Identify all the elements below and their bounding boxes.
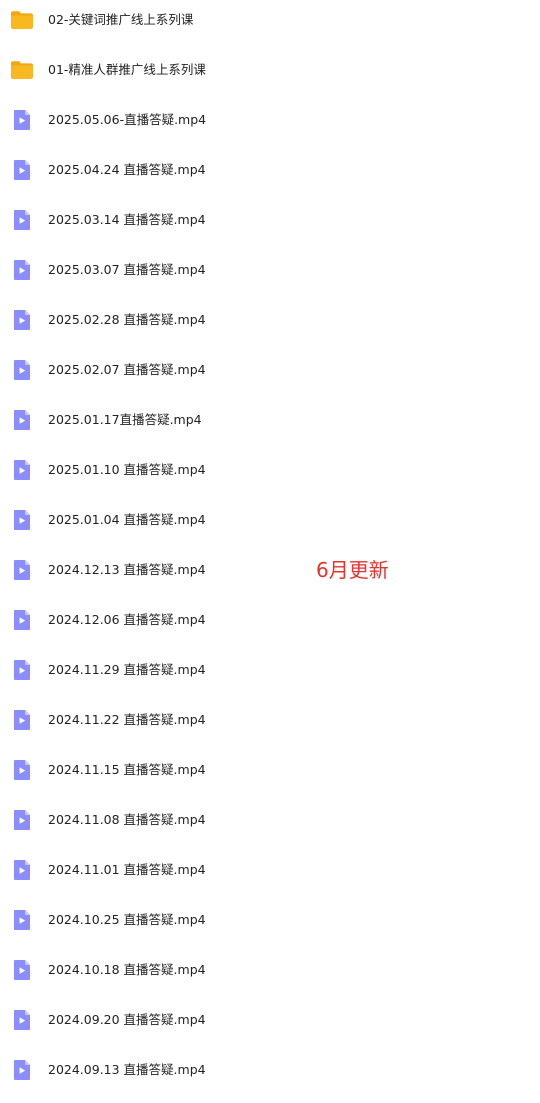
file-name: 2025.03.07 直播答疑.mp4 (48, 262, 206, 277)
file-item[interactable]: 2024.11.01 直播答疑.mp4 (0, 845, 300, 895)
folder-icon (10, 8, 34, 32)
file-item[interactable]: 2024.12.06 直播答疑.mp4 (0, 595, 300, 645)
file-item[interactable]: 2024.11.15 直播答疑.mp4 (0, 745, 300, 795)
video-file-icon (10, 808, 34, 832)
file-name: 01-精准人群推广线上系列课 (48, 62, 206, 77)
file-name: 2025.01.04 直播答疑.mp4 (48, 512, 206, 527)
file-name: 2025.04.24 直播答疑.mp4 (48, 162, 206, 177)
file-name: 2024.11.01 直播答疑.mp4 (48, 862, 206, 877)
file-name: 2025.02.28 直播答疑.mp4 (48, 312, 206, 327)
file-item[interactable]: 2024.11.29 直播答疑.mp4 (0, 645, 300, 695)
file-item[interactable]: 2025.01.04 直播答疑.mp4 (0, 495, 300, 545)
folder-item[interactable]: 01-精准人群推广线上系列课 (0, 45, 300, 95)
video-file-icon (10, 308, 34, 332)
video-file-icon (10, 208, 34, 232)
folder-item[interactable]: 02-关键词推广线上系列课 (0, 0, 300, 45)
video-file-icon (10, 508, 34, 532)
file-item[interactable]: 2025.05.06-直播答疑.mp4 (0, 95, 300, 145)
file-item[interactable]: 2025.01.10 直播答疑.mp4 (0, 445, 300, 495)
file-item[interactable]: 2025.01.17直播答疑.mp4 (0, 395, 300, 445)
file-name: 2024.12.06 直播答疑.mp4 (48, 612, 206, 627)
video-file-icon (10, 908, 34, 932)
file-name: 2024.09.20 直播答疑.mp4 (48, 1012, 206, 1027)
video-file-icon (10, 108, 34, 132)
file-name: 2024.10.18 直播答疑.mp4 (48, 962, 206, 977)
file-item[interactable]: 2024.12.13 直播答疑.mp4 (0, 545, 300, 595)
folder-icon (10, 58, 34, 82)
file-name: 2025.05.06-直播答疑.mp4 (48, 112, 207, 127)
video-file-icon (10, 1058, 34, 1082)
video-file-icon (10, 558, 34, 582)
file-name: 2025.02.07 直播答疑.mp4 (48, 362, 206, 377)
file-name: 2025.03.14 直播答疑.mp4 (48, 212, 206, 227)
file-item[interactable]: 2025.04.24 直播答疑.mp4 (0, 145, 300, 195)
file-name: 2024.11.22 直播答疑.mp4 (48, 712, 206, 727)
file-item[interactable]: 2024.09.13 直播答疑.mp4 (0, 1045, 300, 1095)
video-file-icon (10, 358, 34, 382)
file-item[interactable]: 2024.11.22 直播答疑.mp4 (0, 695, 300, 745)
video-file-icon (10, 708, 34, 732)
video-file-icon (10, 1008, 34, 1032)
file-name: 2024.11.15 直播答疑.mp4 (48, 762, 206, 777)
video-file-icon (10, 458, 34, 482)
file-name: 2024.09.13 直播答疑.mp4 (48, 1062, 206, 1077)
file-name: 02-关键词推广线上系列课 (48, 12, 194, 27)
video-file-icon (10, 158, 34, 182)
file-name: 2024.11.29 直播答疑.mp4 (48, 662, 206, 677)
file-item[interactable]: 2025.02.07 直播答疑.mp4 (0, 345, 300, 395)
video-file-icon (10, 608, 34, 632)
file-item[interactable]: 2025.03.07 直播答疑.mp4 (0, 245, 300, 295)
file-item[interactable]: 2024.10.25 直播答疑.mp4 (0, 895, 300, 945)
file-name: 2024.11.08 直播答疑.mp4 (48, 812, 206, 827)
file-item[interactable]: 2025.02.28 直播答疑.mp4 (0, 295, 300, 345)
file-name: 2024.10.25 直播答疑.mp4 (48, 912, 206, 927)
video-file-icon (10, 408, 34, 432)
file-item[interactable]: 2024.10.18 直播答疑.mp4 (0, 945, 300, 995)
file-name: 2025.01.17直播答疑.mp4 (48, 412, 202, 427)
file-item[interactable]: 2024.11.08 直播答疑.mp4 (0, 795, 300, 845)
file-item[interactable]: 2025.03.14 直播答疑.mp4 (0, 195, 300, 245)
video-file-icon (10, 758, 34, 782)
update-annotation: 6月更新 (316, 558, 389, 582)
file-name: 2025.01.10 直播答疑.mp4 (48, 462, 206, 477)
video-file-icon (10, 958, 34, 982)
file-item[interactable]: 2024.09.20 直播答疑.mp4 (0, 995, 300, 1045)
video-file-icon (10, 658, 34, 682)
video-file-icon (10, 258, 34, 282)
video-file-icon (10, 858, 34, 882)
file-name: 2024.12.13 直播答疑.mp4 (48, 562, 206, 577)
